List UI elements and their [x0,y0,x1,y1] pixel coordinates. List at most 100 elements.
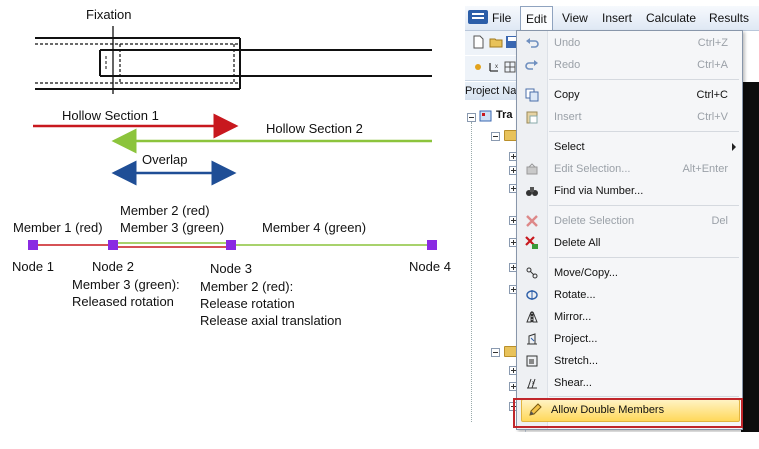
node-tool-icon[interactable] [471,60,485,74]
menu-item-redo-label: Redo [554,59,581,71]
node-2-note-line-1: Member 3 (green): [72,277,180,292]
node-2-label: Node 2 [92,259,134,274]
menu-item-delete-selection[interactable]: Delete Selection Del [517,210,742,232]
redo-icon [525,60,538,70]
menu-item-project[interactable]: Project... [517,328,742,350]
binoculars-icon [526,187,538,196]
menu-item-rotate-label: Rotate... [554,289,596,301]
menu-separator [549,205,739,206]
delete-icon [526,215,538,227]
menu-item-project-label: Project... [554,333,598,345]
menu-item-redo-shortcut: Ctrl+A [697,59,728,71]
menu-item-stretch-label: Stretch... [554,355,599,367]
menu-file[interactable]: File [487,6,516,30]
overlap-label: Overlap [142,152,188,167]
menu-calculate[interactable]: Calculate [641,6,701,30]
node-1-marker [28,240,38,250]
menu-item-select[interactable]: Select [517,136,742,158]
menu-item-copy-label: Copy [554,89,580,101]
menu-item-insert-label: Insert [554,111,582,123]
member-overlap-diagram: Fixation Hollow Section 1 Hollow Section… [12,7,451,328]
menu-item-shear-label: Shear... [554,377,592,389]
member-1-label: Member 1 (red) [13,220,103,235]
menu-separator [549,396,739,397]
new-file-icon[interactable] [471,35,485,49]
menu-item-shear[interactable]: x Shear... [517,372,742,394]
menu-separator [549,79,739,80]
menu-insert[interactable]: Insert [597,6,637,30]
node-3-note-line-1: Member 2 (red): [200,279,293,294]
menu-item-mirror-label: Mirror... [554,311,592,323]
menu-results[interactable]: Results [704,6,754,30]
menu-item-edit-selection[interactable]: Edit Selection... Alt+Enter [517,158,742,180]
menu-item-find-via-number[interactable]: Find via Number... [517,180,742,202]
menu-item-stretch[interactable]: Stretch... [517,350,742,372]
menu-item-undo[interactable]: Undo Ctrl+Z [517,32,742,54]
app-logo-icon[interactable] [468,10,488,24]
node-4-label: Node 4 [409,259,451,274]
node-3-label: Node 3 [210,261,252,276]
menu-item-edit-selection-label: Edit Selection... [554,163,631,175]
member-2-label: Member 2 (red) [120,203,210,218]
rotate-icon [526,290,538,300]
delete-all-icon [525,236,538,249]
menu-item-undo-label: Undo [554,37,581,49]
tree-expander-1[interactable] [491,132,500,141]
toolbar-model: x [465,56,520,81]
menu-item-move-copy-label: Move/Copy... [554,267,618,279]
node-2-marker [108,240,118,250]
move-icon [526,267,538,279]
menu-item-select-label: Select [554,141,585,153]
menu-item-insert-shortcut: Ctrl+V [697,111,728,123]
project-model-icon [479,110,492,122]
menu-separator [549,257,739,258]
edit-selection-icon [526,163,538,175]
mirror-icon [526,311,538,323]
node-3-marker [226,240,236,250]
toolbar-standard [465,31,520,55]
fixation-label: Fixation [86,7,132,22]
submenu-arrow-icon [732,143,736,151]
menu-item-insert[interactable]: Insert Ctrl+V [517,106,742,128]
menu-item-delete-selection-shortcut: Del [711,215,728,227]
graphics-view[interactable] [741,82,759,432]
menu-bar: File Edit View Insert Calculate Results [465,6,759,31]
shear-icon: x [527,378,537,389]
grid-tool-icon[interactable] [503,60,517,74]
member-3-label: Member 3 (green) [120,220,224,235]
menu-item-copy-shortcut: Ctrl+C [696,89,728,101]
menu-edit[interactable]: Edit [520,6,553,30]
menu-item-rotate[interactable]: Rotate... [517,284,742,306]
node-4-marker [427,240,437,250]
rfem-application: File Edit View Insert Calculate Results … [465,0,759,432]
project-icon [527,333,537,345]
menu-view[interactable]: View [557,6,593,30]
tree-guide-line [471,122,472,422]
menu-item-delete-all[interactable]: Delete All [517,232,742,254]
paste-icon [526,111,538,124]
node-1-label: Node 1 [12,259,54,274]
menu-item-move-copy[interactable]: Move/Copy... [517,262,742,284]
hollow-section-2-shape [99,44,432,83]
svg-text:x: x [495,64,498,70]
copy-icon [525,88,539,102]
tree-root-label[interactable]: Tra [496,109,513,121]
undo-icon [526,38,539,48]
menu-item-find-label: Find via Number... [554,185,644,197]
menu-item-redo[interactable]: Redo Ctrl+A [517,54,742,76]
node-2-note-line-2: Released rotation [72,294,174,309]
open-folder-icon[interactable] [489,35,503,49]
tree-expander-9[interactable] [491,348,500,357]
menu-item-copy[interactable]: Copy Ctrl+C [517,84,742,106]
menu-item-edit-selection-shortcut: Alt+Enter [682,163,728,175]
menu-item-mirror[interactable]: Mirror... [517,306,742,328]
highlight-annotation-box [513,398,743,428]
menu-item-undo-shortcut: Ctrl+Z [697,37,728,49]
tree-expander-root[interactable] [467,113,476,122]
hollow-section-2-label: Hollow Section 2 [266,121,363,136]
menu-separator [549,131,739,132]
stretch-icon [526,355,538,367]
axis-tool-icon[interactable]: x [487,60,501,74]
hollow-section-1-label: Hollow Section 1 [62,108,159,123]
hollow-section-1-shape [35,37,241,90]
